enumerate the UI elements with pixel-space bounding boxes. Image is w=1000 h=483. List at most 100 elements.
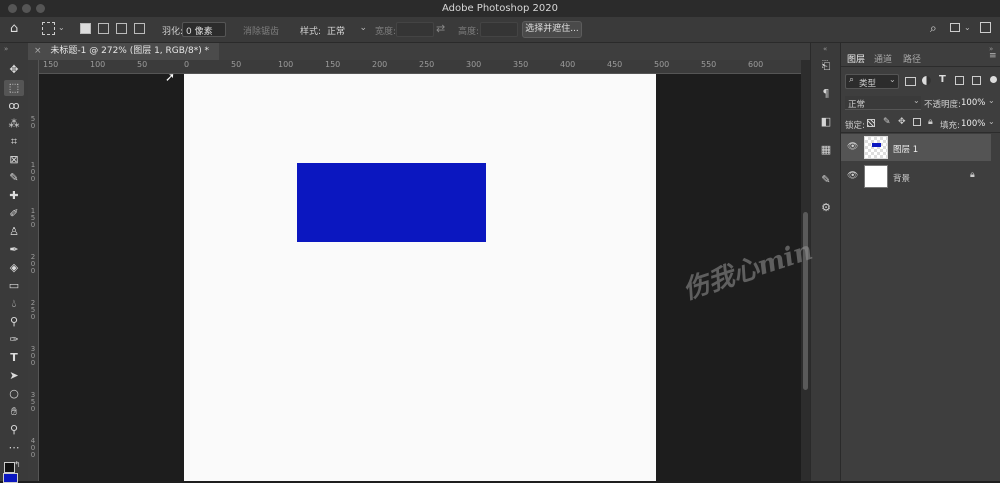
add-to-selection-icon[interactable] bbox=[98, 23, 109, 34]
layer-filter-select[interactable]: ⌕ 类型 ⌄ bbox=[845, 74, 899, 89]
ellipse-tool-icon[interactable]: ○ bbox=[4, 386, 24, 402]
more-tools-icon[interactable]: ⋯ bbox=[4, 440, 24, 456]
blue-rectangle-layer-content[interactable] bbox=[297, 163, 486, 242]
width-input[interactable] bbox=[396, 22, 434, 37]
frame-tool-icon[interactable]: ⊠ bbox=[4, 152, 24, 168]
swatches-panel-icon[interactable]: ▦ bbox=[819, 143, 833, 157]
select-and-mask-button[interactable]: 选择并遮住... bbox=[522, 21, 582, 38]
background-color-swatch[interactable] bbox=[3, 473, 18, 483]
hand-tool-icon[interactable]: ✋︎ bbox=[4, 404, 24, 420]
style-select[interactable]: 正常 ⌄ bbox=[324, 22, 370, 37]
filter-smart-object-icon[interactable] bbox=[972, 76, 981, 85]
libraries-panel-icon[interactable]: ⚙ bbox=[819, 201, 833, 215]
home-icon[interactable]: ⌂ bbox=[10, 21, 18, 36]
height-input[interactable] bbox=[480, 22, 518, 37]
properties-panel-icon[interactable]: ◧ bbox=[819, 115, 833, 129]
lasso-tool-icon[interactable]: ꝏ bbox=[4, 98, 24, 114]
chevron-down-icon[interactable]: ⌄ bbox=[988, 96, 995, 105]
zoom-window-button[interactable] bbox=[36, 4, 45, 13]
chevron-down-icon[interactable]: ⌄ bbox=[964, 23, 971, 32]
brush-tool-icon[interactable]: ✐ bbox=[4, 206, 24, 222]
eraser-tool-icon[interactable]: ◈ bbox=[4, 260, 24, 276]
lock-icon[interactable]: 🔒︎ bbox=[970, 170, 975, 180]
healing-brush-tool-icon[interactable]: ✚ bbox=[4, 188, 24, 204]
document-canvas[interactable] bbox=[184, 74, 656, 481]
tab-layers[interactable]: 图层 bbox=[847, 52, 865, 65]
path-selection-tool-icon[interactable]: ➤ bbox=[4, 368, 24, 384]
lock-image-pixels-icon[interactable]: ✎ bbox=[883, 117, 891, 127]
collapse-arrows-icon[interactable]: » bbox=[4, 45, 8, 53]
marquee-tool-preset-icon[interactable] bbox=[42, 22, 55, 35]
subtract-from-selection-icon[interactable] bbox=[116, 23, 127, 34]
chevron-down-icon[interactable]: ⌄ bbox=[988, 117, 995, 126]
tab-paths[interactable]: 路径 bbox=[903, 52, 921, 65]
close-tab-icon[interactable]: × bbox=[34, 46, 42, 56]
collapse-arrows-icon[interactable]: « bbox=[823, 45, 827, 53]
ruler-tick-label: 50 bbox=[30, 115, 36, 130]
opacity-input[interactable]: 100% bbox=[961, 98, 985, 108]
intersect-selection-icon[interactable] bbox=[134, 23, 145, 34]
filter-pixel-icon[interactable] bbox=[905, 77, 916, 86]
clone-stamp-tool-icon[interactable]: ♙ bbox=[4, 224, 24, 240]
visibility-eye-icon[interactable]: 👁︎ bbox=[847, 171, 858, 181]
fill-input[interactable]: 100% bbox=[961, 119, 985, 129]
layer-thumbnail bbox=[864, 136, 888, 159]
layer-row[interactable]: 👁︎ 背景 🔒︎ bbox=[841, 163, 991, 190]
crop-tool-icon[interactable]: ⌗ bbox=[4, 134, 24, 150]
close-window-button[interactable] bbox=[8, 4, 17, 13]
divider bbox=[841, 66, 1000, 67]
blur-tool-icon[interactable]: 💧︎ bbox=[4, 296, 24, 312]
lock-all-icon[interactable]: 🔒︎ bbox=[928, 117, 933, 127]
search-icon[interactable]: ⌕ bbox=[930, 21, 937, 36]
new-selection-icon[interactable] bbox=[80, 23, 91, 34]
layer-row[interactable]: 👁︎ 图层 1 bbox=[841, 134, 991, 161]
feather-input[interactable]: 0 像素 bbox=[182, 22, 226, 37]
antialias-checkbox[interactable]: 消除锯齿 bbox=[243, 24, 279, 37]
ruler-tick-label: 50 bbox=[137, 60, 148, 69]
ruler-tick-label: 400 bbox=[30, 437, 36, 459]
ruler-origin[interactable] bbox=[28, 60, 38, 73]
tab-channels[interactable]: 通道 bbox=[874, 52, 892, 65]
horizontal-ruler: 150 100 50 0 50 100 150 200 250 300 350 400 450 500 55… bbox=[38, 60, 801, 74]
gradient-tool-icon[interactable]: ▭ bbox=[4, 278, 24, 294]
magic-wand-tool-icon[interactable]: ⁂ bbox=[4, 116, 24, 132]
document-tab[interactable]: × 未标题-1 @ 272% (图层 1, RGB/8*) * bbox=[28, 43, 220, 60]
dodge-tool-icon[interactable]: ⚲ bbox=[4, 314, 24, 330]
type-tool-icon[interactable]: T bbox=[4, 350, 24, 366]
chevron-down-icon[interactable]: ⌄ bbox=[58, 23, 65, 32]
filter-type-icon[interactable]: T bbox=[939, 74, 946, 85]
visibility-eye-icon[interactable]: 👁︎ bbox=[847, 142, 858, 152]
chevron-down-icon: ⌄ bbox=[913, 96, 920, 105]
zoom-tool-icon[interactable]: ⚲ bbox=[4, 422, 24, 438]
lock-transparent-pixels-icon[interactable] bbox=[867, 119, 875, 127]
ruler-tick-label: 350 bbox=[30, 391, 36, 413]
paragraph-panel-icon[interactable]: ¶ bbox=[819, 87, 833, 101]
ruler-tick-label: 450 bbox=[607, 60, 623, 69]
workspace-icon[interactable] bbox=[950, 23, 960, 32]
swap-arrows-icon[interactable]: ⇄ bbox=[436, 22, 445, 35]
panel-menu-icon[interactable]: ≡ bbox=[989, 51, 997, 61]
history-panel-icon[interactable]: ⎗ bbox=[819, 59, 833, 73]
document-tab-label: 未标题-1 @ 272% (图层 1, RGB/8*) * bbox=[50, 46, 210, 56]
rectangular-marquee-tool-icon[interactable]: ⬚ bbox=[4, 80, 24, 96]
ruler-tick-label: 500 bbox=[654, 60, 670, 69]
ruler-tick-label: 100 bbox=[278, 60, 294, 69]
filter-toggle-icon[interactable] bbox=[990, 76, 997, 83]
ruler-tick-label: 100 bbox=[30, 161, 36, 183]
blend-mode-select[interactable]: 正常 ⌄ bbox=[845, 96, 921, 110]
eyedropper-tool-icon[interactable]: ✎ bbox=[4, 170, 24, 186]
brushes-panel-icon[interactable]: ✎ bbox=[819, 173, 833, 187]
share-icon[interactable] bbox=[980, 22, 991, 33]
lock-artboard-icon[interactable] bbox=[913, 118, 921, 126]
filter-adjustment-icon[interactable] bbox=[922, 76, 931, 85]
lock-position-icon[interactable]: ✥ bbox=[898, 117, 906, 127]
move-tool-icon[interactable]: ✥ bbox=[4, 62, 24, 78]
ruler-tick-label: 350 bbox=[513, 60, 529, 69]
swap-colors-icon[interactable]: ↰ bbox=[14, 460, 21, 469]
vertical-scrollbar[interactable] bbox=[801, 60, 810, 481]
history-brush-tool-icon[interactable]: ✒ bbox=[4, 242, 24, 258]
minimize-window-button[interactable] bbox=[22, 4, 31, 13]
pen-tool-icon[interactable]: ✑ bbox=[4, 332, 24, 348]
filter-shape-icon[interactable] bbox=[955, 76, 964, 85]
layer-name: 背景 bbox=[893, 174, 911, 184]
